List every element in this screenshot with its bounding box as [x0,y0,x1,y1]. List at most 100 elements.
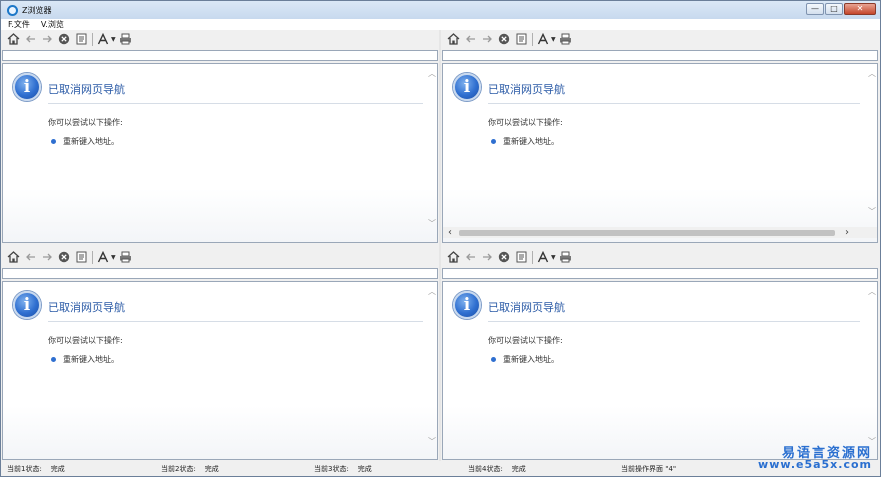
forward-arrow-icon[interactable] [40,32,54,46]
retype-address-link[interactable]: 重新键入地址。 [63,354,119,365]
message-divider [488,103,860,104]
home-icon[interactable] [6,32,20,46]
home-icon[interactable] [6,250,20,264]
retype-address-link[interactable]: 重新键入地址。 [503,136,559,147]
vertical-scrollbar[interactable]: ︿ ﹀ [867,64,877,226]
menu-file[interactable]: F.文件 [8,19,30,30]
status-label: 当前1状态: [7,465,42,473]
info-icon: i [453,291,481,319]
font-size-icon[interactable] [96,250,110,264]
status-value: "4" [665,465,677,473]
info-icon: i [13,73,41,101]
horizontal-scroll-thumb[interactable] [459,230,835,236]
forward-arrow-icon[interactable] [480,250,494,264]
chevron-down-icon[interactable]: ▼ [551,36,556,43]
scroll-up-icon[interactable]: ︿ [867,68,877,79]
message-divider [48,103,423,104]
page-view: i 已取消网页导航 你可以尝试以下操作: 重新键入地址。 ︿ ﹀ [2,281,438,460]
stop-icon[interactable] [57,250,71,264]
chevron-down-icon[interactable]: ▼ [111,36,116,43]
browser-pane-3: ▼ i 已取消网页导航 你可以尝试以下操作: 重新键入地址。 ︿ ﹀ [1,248,439,461]
chevron-down-icon[interactable]: ▼ [111,254,116,261]
maximize-button[interactable]: □ [825,3,843,15]
page-icon[interactable] [514,32,528,46]
browser-window: Z浏览器 — □ ✕ F.文件 V.浏览 ▼ i 已取消网页导航 你可以尝试以下… [0,0,881,477]
bullet-icon [491,139,496,144]
scroll-left-icon[interactable]: ‹ [448,227,452,238]
print-icon[interactable] [119,32,133,46]
stop-icon[interactable] [497,250,511,264]
toolbar-separator [532,32,533,46]
chevron-down-icon[interactable]: ▼ [551,254,556,261]
home-icon[interactable] [446,32,460,46]
address-input[interactable] [2,268,438,279]
status-value: 完成 [204,465,219,473]
back-arrow-icon[interactable] [23,250,37,264]
menu-bar: F.文件 V.浏览 [1,19,880,30]
status-pane-1: 当前1状态: 完成 [7,464,65,474]
font-size-icon[interactable] [536,32,550,46]
message-hint: 你可以尝试以下操作: [488,336,563,345]
scroll-up-icon[interactable]: ︿ [427,68,437,79]
message-hint: 你可以尝试以下操作: [48,118,123,127]
title-bar[interactable]: Z浏览器 — □ ✕ [1,1,880,19]
font-size-icon[interactable] [96,32,110,46]
print-icon[interactable] [119,250,133,264]
retype-address-link[interactable]: 重新键入地址。 [63,136,119,147]
minimize-button[interactable]: — [806,3,824,15]
vertical-scrollbar[interactable]: ︿ ﹀ [867,282,877,459]
vertical-scrollbar[interactable]: ︿ ﹀ [427,282,437,459]
back-arrow-icon[interactable] [463,32,477,46]
status-value: 完成 [511,465,526,473]
window-title: Z浏览器 [22,5,52,15]
status-value: 完成 [357,465,372,473]
toolbar-separator [532,250,533,264]
message-divider [488,321,860,322]
scroll-up-icon[interactable]: ︿ [427,286,437,297]
message-hint: 你可以尝试以下操作: [488,118,563,127]
menu-browse[interactable]: V.浏览 [41,19,64,30]
address-input[interactable] [442,268,878,279]
browser-pane-4: ▼ i 已取消网页导航 你可以尝试以下操作: 重新键入地址。 ︿ ﹀ [441,248,879,461]
scroll-up-icon[interactable]: ︿ [867,286,877,297]
print-icon[interactable] [559,32,573,46]
status-value: 完成 [50,465,65,473]
pane-toolbar: ▼ [1,30,439,48]
address-input[interactable] [2,50,438,61]
message-hint: 你可以尝试以下操作: [48,336,123,345]
window-controls: — □ ✕ [805,3,876,15]
stop-icon[interactable] [497,32,511,46]
toolbar-separator [92,250,93,264]
scroll-down-icon[interactable]: ﹀ [427,218,437,229]
info-icon: i [453,73,481,101]
message-title: 已取消网页导航 [48,83,125,96]
page-icon[interactable] [74,250,88,264]
status-pane-4: 当前4状态: 完成 [468,464,526,474]
status-label: 当前4状态: [468,465,503,473]
back-arrow-icon[interactable] [463,250,477,264]
message-title: 已取消网页导航 [48,301,125,314]
scroll-down-icon[interactable]: ﹀ [427,436,437,447]
bullet-icon [51,139,56,144]
scroll-right-icon[interactable]: › [845,227,849,238]
address-input[interactable] [442,50,878,61]
message-title: 已取消网页导航 [488,83,565,96]
scroll-down-icon[interactable]: ﹀ [867,206,877,217]
message-divider [48,321,423,322]
back-arrow-icon[interactable] [23,32,37,46]
page-icon[interactable] [74,32,88,46]
home-icon[interactable] [446,250,460,264]
horizontal-scrollbar[interactable]: ‹ › [443,227,877,238]
status-pane-3: 当前3状态: 完成 [314,464,372,474]
vertical-scrollbar[interactable]: ︿ ﹀ [427,64,437,242]
retype-address-link[interactable]: 重新键入地址。 [503,354,559,365]
page-view: i 已取消网页导航 你可以尝试以下操作: 重新键入地址。 ︿ ﹀ [2,63,438,243]
status-bar: 当前1状态: 完成 当前2状态: 完成 当前3状态: 完成 当前4状态: 完成 … [1,461,880,476]
close-button[interactable]: ✕ [844,3,876,15]
forward-arrow-icon[interactable] [40,250,54,264]
forward-arrow-icon[interactable] [480,32,494,46]
font-size-icon[interactable] [536,250,550,264]
stop-icon[interactable] [57,32,71,46]
page-icon[interactable] [514,250,528,264]
print-icon[interactable] [559,250,573,264]
